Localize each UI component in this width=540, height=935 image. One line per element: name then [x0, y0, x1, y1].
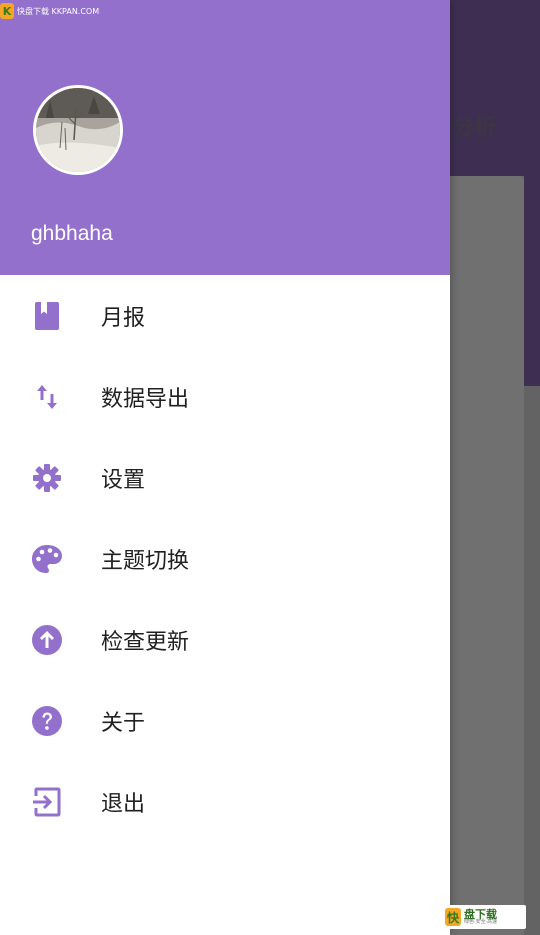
avatar[interactable] [33, 85, 123, 175]
watermark-text: 快盘下载 KKPAN.COM [17, 6, 100, 16]
watermark-logo-icon: K [0, 3, 14, 19]
background-card [450, 176, 524, 935]
background-strip [524, 176, 540, 386]
menu-item-about[interactable]: 关于 [0, 680, 450, 761]
menu-item-theme-switch[interactable]: 主题切换 [0, 518, 450, 599]
help-circle-icon [31, 705, 63, 737]
menu-item-label: 退出 [101, 791, 146, 817]
drawer-header: ghbhaha [0, 0, 450, 275]
arrow-up-circle-icon [31, 624, 63, 656]
menu-item-settings[interactable]: 设置 [0, 437, 450, 518]
exit-icon [31, 786, 63, 818]
menu-item-label: 数据导出 [101, 386, 190, 412]
menu-item-data-export[interactable]: 数据导出 [0, 356, 450, 437]
bookmark-book-icon [31, 300, 63, 332]
swap-vert-icon [31, 381, 63, 413]
background-title: 分析 [452, 116, 497, 141]
avatar-image [36, 88, 120, 172]
watermark-bottom: 快 盘下载 绿色·安全·高速 [442, 905, 526, 929]
palette-icon [31, 543, 63, 575]
menu-item-label: 主题切换 [101, 548, 190, 574]
menu-item-label: 关于 [101, 710, 146, 736]
menu-item-label: 月报 [101, 305, 146, 331]
menu-item-monthly-report[interactable]: 月报 [0, 275, 450, 356]
menu-item-logout[interactable]: 退出 [0, 761, 450, 842]
menu-item-check-update[interactable]: 检查更新 [0, 599, 450, 680]
gear-icon [31, 462, 63, 494]
menu-item-label: 设置 [101, 467, 146, 493]
navigation-drawer: ghbhaha 月报 数据导出 设置 主题切换 检查更新 关于 退出 [0, 0, 450, 935]
watermark-bottom-subtitle: 绿色·安全·高速 [464, 919, 498, 925]
drawer-menu: 月报 数据导出 设置 主题切换 检查更新 关于 退出 [0, 275, 450, 842]
watermark-top: K 快盘下载 KKPAN.COM [0, 0, 99, 22]
menu-item-label: 检查更新 [101, 629, 190, 655]
watermark-bottom-logo-icon: 快 [445, 908, 461, 926]
username: ghbhaha [31, 222, 113, 245]
background-area [524, 386, 540, 935]
